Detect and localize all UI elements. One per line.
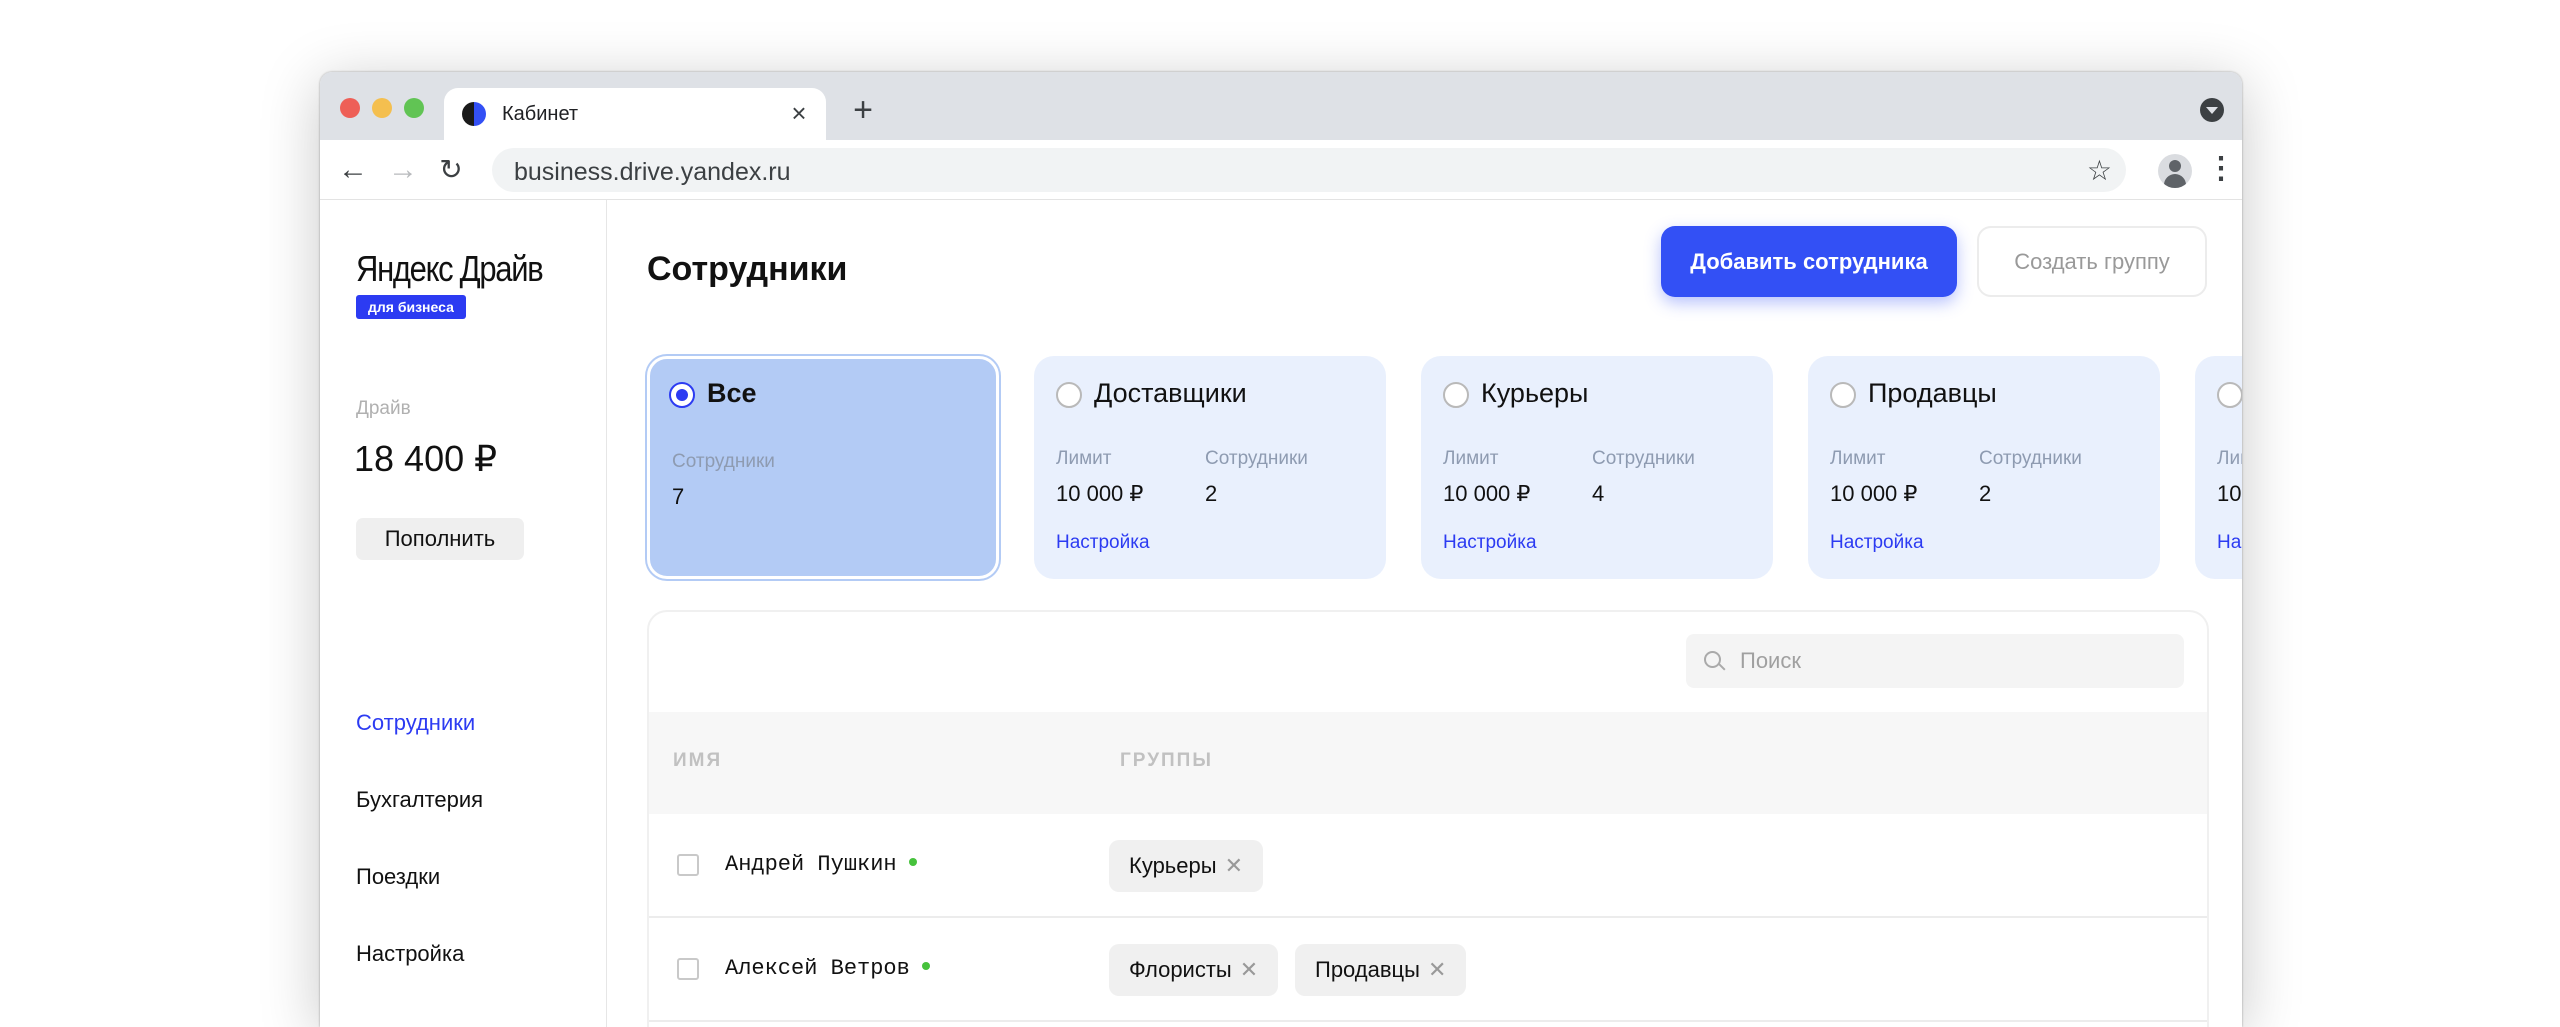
employee-name[interactable]: Алексей Ветров (725, 956, 930, 981)
group-radio[interactable] (669, 382, 695, 408)
create-group-button[interactable]: Создать группу (1977, 226, 2207, 297)
limit-value: 10 000 ₽ (2217, 481, 2242, 506)
logo-text[interactable]: Яндекс Драйв (356, 248, 544, 290)
new-tab-icon[interactable]: + (848, 93, 878, 127)
limit-label: Лимит (1830, 448, 1886, 469)
group-name: Продавцы (1868, 378, 1997, 408)
page-title: Сотрудники (647, 250, 848, 288)
online-status-dot (921, 962, 930, 971)
group-card-partial[interactable]: Лимит 10 000 ₽ Настройка (2195, 356, 2242, 579)
tab-title: Кабинет (502, 103, 579, 125)
limit-label: Лимит (2217, 448, 2242, 469)
close-tab-icon[interactable]: × (786, 100, 812, 126)
limit-value: 10 000 ₽ (1443, 481, 1531, 506)
group-chip[interactable]: Флористы ✕ (1109, 944, 1279, 996)
table-header: ИМЯ ГРУППЫ (649, 712, 2207, 814)
limit-value: 10 000 ₽ (1830, 481, 1918, 506)
add-employee-button[interactable]: Добавить сотрудника (1661, 226, 1957, 297)
group-card-delivery[interactable]: Доставщики Лимит Сотрудники 10 000 ₽ 2 Н… (1034, 356, 1386, 579)
employees-label: Сотрудники (1205, 448, 1308, 469)
limit-label: Лимит (1443, 448, 1499, 469)
sidebar-item-accounting[interactable]: Бухгалтерия (356, 787, 483, 813)
logo-badge: для бизнеса (356, 295, 466, 319)
group-radio[interactable] (1443, 382, 1469, 408)
sidebar-item-settings[interactable]: Настройка (356, 941, 464, 967)
forward-arrow-icon[interactable]: → (386, 153, 420, 187)
table-row[interactable]: Андрей Пушкин Курьеры ✕ (649, 814, 2207, 918)
group-radio[interactable] (2217, 382, 2242, 408)
topup-button[interactable]: Пополнить (356, 518, 524, 560)
tab-strip: Кабинет × + (320, 72, 2242, 140)
limit-value: 10 000 ₽ (1056, 481, 1144, 506)
table-row[interactable]: Алексей Ветров Флористы ✕ Продавцы ✕ (649, 918, 2207, 1022)
yandex-drive-favicon-icon (462, 102, 486, 126)
employee-name[interactable]: Андрей Пушкин (725, 852, 917, 877)
online-status-dot (908, 858, 917, 867)
column-header-name[interactable]: ИМЯ (673, 750, 722, 772)
more-menu-icon[interactable]: ⋮ (2206, 154, 2236, 188)
minimize-window-button[interactable] (372, 98, 392, 118)
employees-count: 2 (1979, 481, 1992, 506)
employees-label: Сотрудники (1592, 448, 1695, 469)
employees-count: 4 (1592, 481, 1605, 506)
browser-toolbar: ← → ↻ business.drive.yandex.ru ☆ ⋮ (320, 140, 2242, 200)
remove-group-icon[interactable]: ✕ (1225, 853, 1243, 878)
search-icon (1704, 651, 1721, 668)
group-chip[interactable]: Продавцы ✕ (1295, 944, 1467, 996)
remove-group-icon[interactable]: ✕ (1240, 957, 1258, 982)
reload-icon[interactable]: ↻ (434, 153, 468, 187)
employees-count: 2 (1205, 481, 1218, 506)
group-settings-link[interactable]: Настройка (1056, 532, 1150, 554)
group-name: Все (707, 378, 757, 408)
employees-label: Сотрудники (1979, 448, 2082, 469)
bookmark-star-icon[interactable]: ☆ (2087, 154, 2112, 187)
group-name: Курьеры (1481, 378, 1589, 408)
close-window-button[interactable] (340, 98, 360, 118)
back-arrow-icon[interactable]: ← (336, 153, 370, 187)
main-area: Сотрудники Добавить сотрудника Создать г… (607, 200, 2242, 1027)
group-settings-link[interactable]: Настройка (1443, 532, 1537, 554)
tab-search-icon[interactable] (2200, 98, 2224, 122)
group-card-couriers[interactable]: Курьеры Лимит Сотрудники 10 000 ₽ 4 Наст… (1421, 356, 1773, 579)
group-settings-link[interactable]: Настройка (1830, 532, 1924, 554)
url-text[interactable]: business.drive.yandex.ru (514, 158, 791, 187)
address-bar[interactable]: business.drive.yandex.ru ☆ (492, 148, 2126, 192)
employees-panel: ИМЯ ГРУППЫ Андрей Пушкин Курьеры✕ Алексе… (647, 610, 2209, 1027)
column-header-groups[interactable]: ГРУППЫ (1120, 750, 1213, 772)
balance-value: 18 400 ₽ (354, 438, 498, 479)
sidebar-item-trips[interactable]: Поездки (356, 864, 440, 890)
browser-window: Кабинет × + ← → ↻ business.drive.yandex.… (320, 72, 2242, 1027)
page-content: Яндекс Драйв для бизнеса Драйв 18 400 ₽ … (320, 200, 2242, 1027)
sidebar-item-employees[interactable]: Сотрудники (356, 710, 475, 736)
limit-label: Лимит (1056, 448, 1112, 469)
group-name: Доставщики (1094, 378, 1247, 408)
sidebar: Яндекс Драйв для бизнеса Драйв 18 400 ₽ … (320, 200, 607, 1027)
group-chip[interactable]: Курьеры ✕ (1109, 840, 1263, 892)
search-input[interactable] (1740, 646, 2160, 676)
group-card-all[interactable]: Все Сотрудники 7 (647, 356, 999, 579)
group-radio[interactable] (1830, 382, 1856, 408)
group-card-sellers[interactable]: Продавцы Лимит Сотрудники 10 000 ₽ 2 Нас… (1808, 356, 2160, 579)
employees-label: Сотрудники (672, 451, 775, 472)
browser-tab[interactable]: Кабинет × (444, 88, 826, 140)
account-avatar-icon[interactable] (2158, 154, 2192, 188)
search-box[interactable] (1686, 634, 2184, 688)
row-checkbox[interactable] (677, 958, 699, 980)
group-settings-link[interactable]: Настройка (2217, 532, 2242, 554)
maximize-window-button[interactable] (404, 98, 424, 118)
remove-group-icon[interactable]: ✕ (1428, 957, 1446, 982)
balance-label: Драйв (356, 398, 411, 419)
employees-count: 7 (672, 484, 685, 509)
group-radio[interactable] (1056, 382, 1082, 408)
row-checkbox[interactable] (677, 854, 699, 876)
